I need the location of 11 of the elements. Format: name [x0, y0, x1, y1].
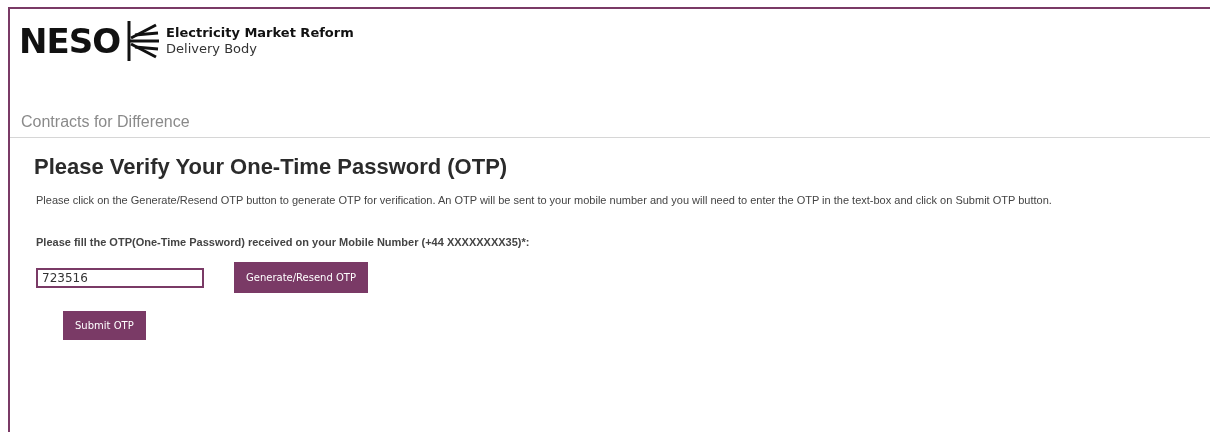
submit-otp-button[interactable]: Submit OTP — [63, 311, 146, 340]
org-subtitle: Delivery Body — [166, 41, 258, 57]
generate-otp-button[interactable]: Generate/Resend OTP — [234, 262, 368, 293]
section-title: Contracts for Difference — [10, 113, 1210, 138]
instructions-text: Please click on the Generate/Resend OTP button to generate OTP for verification. An OTP will be sent to your mobile number and you will need to enter the OTP in the text-box and click on Submit OTP button. — [36, 194, 1053, 206]
org-name: Electricity Market Reform — [166, 25, 354, 41]
logo-text: NESO — [19, 24, 121, 58]
page-title: Please Verify Your One-Time Password (OTP) — [34, 154, 509, 180]
otp-label: Please fill the OTP(One-Time Password) received on your Mobile Number (+44 XXXXXXXX35)*: — [36, 236, 531, 248]
flag-icon — [126, 19, 161, 63]
otp-input-field[interactable]: 723516 — [36, 267, 204, 288]
